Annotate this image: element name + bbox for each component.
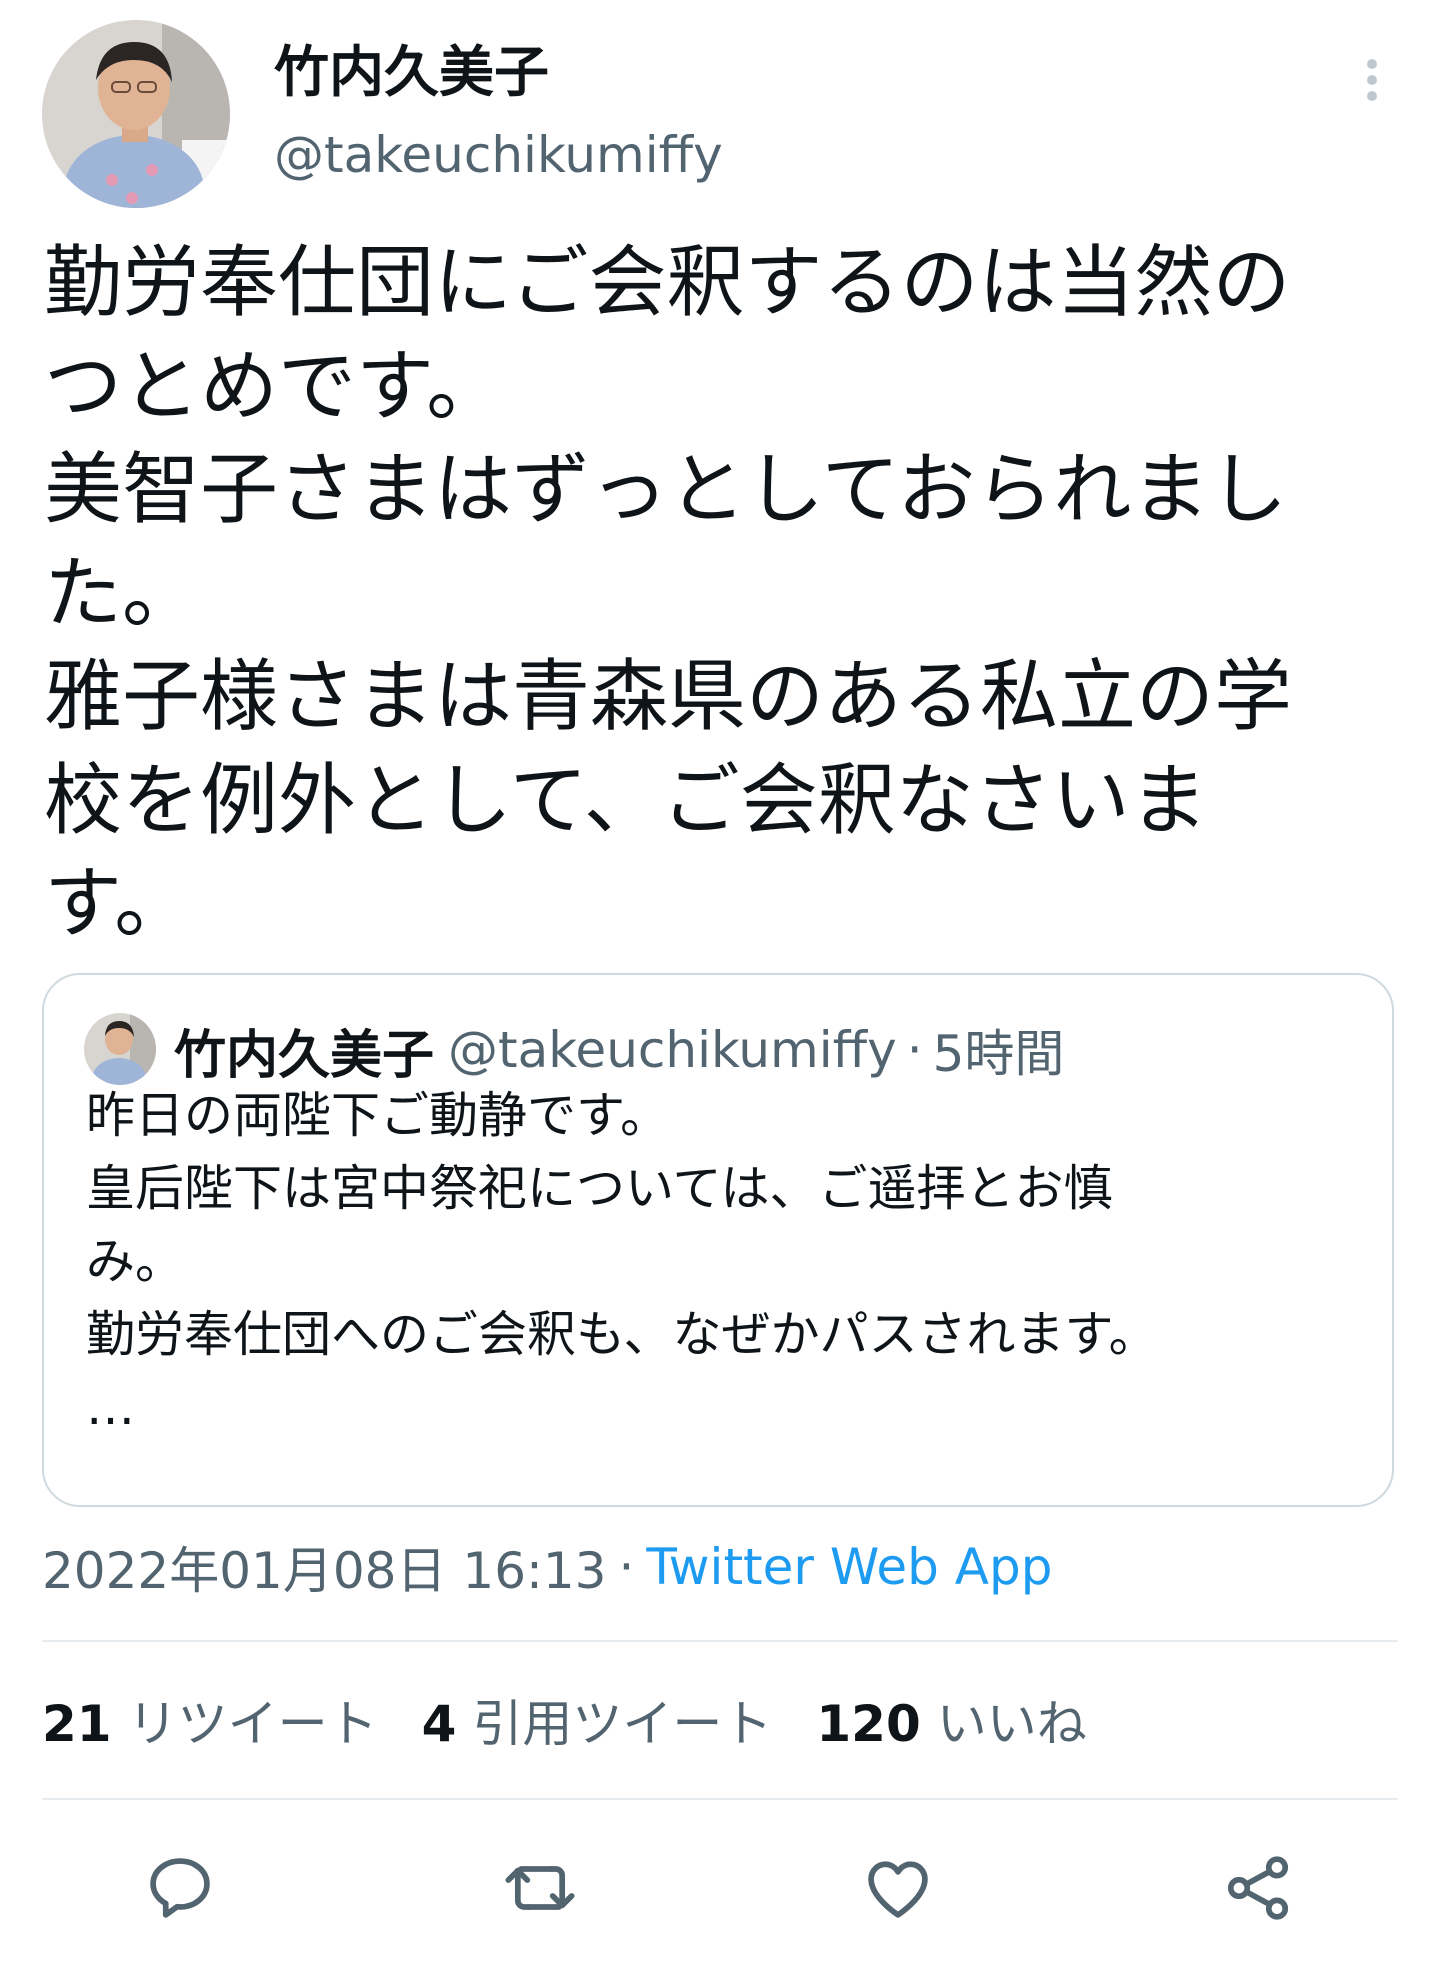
quoted-text-line: … [86,1379,135,1436]
quoted-text-line: 昨日の両陛下ご動静です。 [86,1087,670,1144]
quoted-text-line: 皇后陛下は宮中祭祀については、ご遥拝とお慎 [86,1160,1113,1217]
quoted-text-line: 勤労奉仕団へのご会釈も、なぜかパスされます。 [86,1306,1158,1363]
tweet-text-line: 雅子様さまは青森県のある私立の学 [44,652,1293,742]
tweet-datetime[interactable]: 2022年01月08日 16:13 [42,1531,606,1603]
tweet-stats: 21 リツイート 4 引用ツイート 120 いいね [42,1680,1087,1760]
reply-button[interactable] [132,1840,228,1936]
like-count-stat[interactable]: 120 いいね [816,1684,1086,1756]
retweet-icon [505,1866,575,1910]
quoted-author-name: 竹内久美子 [174,1025,435,1086]
like-button[interactable] [850,1840,946,1936]
more-options-button[interactable] [1344,44,1400,144]
tweet-text: 勤労奉仕団にご会釈するのは当然の つとめです。 美智子さまはずっとしておられまし… [44,232,1384,957]
retweet-count-stat[interactable]: 21 リツイート [42,1684,378,1756]
stat-count: 4 [421,1695,457,1753]
heart-icon [868,1861,928,1918]
stat-label: 引用ツイート [472,1695,773,1753]
quoted-author-handle: @takeuchikumiffy [448,1021,897,1079]
quoted-author-avatar-image [84,1013,156,1085]
tweet-text-line: た。 [44,548,201,639]
divider [42,1798,1398,1800]
share-icon [1227,1856,1289,1920]
tweet-text-line: 校を例外として、ご会釈なさいま [44,755,1208,846]
author-name[interactable]: 竹内久美子 [274,36,549,108]
quoted-tweet-header: 竹内久美子 @takeuchikumiffy · 5時間 [174,1013,1064,1087]
separator-dot: · [618,1538,635,1596]
tweet-text-line: 美智子さまはずっとしておられまし [44,445,1288,535]
reply-icon [150,1858,210,1918]
quoted-author-avatar [84,1013,156,1085]
tweet-text-line: す。 [44,859,193,949]
author-handle[interactable]: @takeuchikumiffy [274,120,723,190]
author-avatar[interactable] [42,20,230,208]
quoted-tweet-card[interactable]: 竹内久美子 @takeuchikumiffy · 5時間 昨日の両陛下ご動静です… [42,973,1394,1507]
quoted-tweet-text: 昨日の両陛下ご動静です。 皇后陛下は宮中祭祀については、ご遥拝とお慎 み。 勤労… [86,1079,1158,1444]
stat-label: リツイート [127,1695,378,1753]
separator-dot: · [906,1021,923,1079]
quoted-text-line: み。 [86,1233,185,1290]
divider [42,1640,1398,1642]
quote-tweet-count-stat[interactable]: 4 引用ツイート [422,1684,773,1756]
tweet-text-line: つとめです。 [44,341,505,432]
stat-label: いいね [936,1695,1087,1753]
share-button[interactable] [1210,1840,1306,1936]
stat-count: 21 [42,1695,112,1753]
quoted-tweet-time: 5時間 [932,1025,1065,1083]
tweet-text-line: 勤労奉仕団にご会釈するのは当然の [44,238,1291,328]
retweet-button[interactable] [492,1840,588,1936]
more-vertical-icon [1367,59,1377,101]
stat-count: 120 [816,1695,921,1753]
author-avatar-image [42,20,230,208]
tweet-source-link[interactable]: Twitter Web App [646,1538,1052,1596]
tweet-meta: 2022年01月08日 16:13 · Twitter Web App [42,1532,1052,1602]
